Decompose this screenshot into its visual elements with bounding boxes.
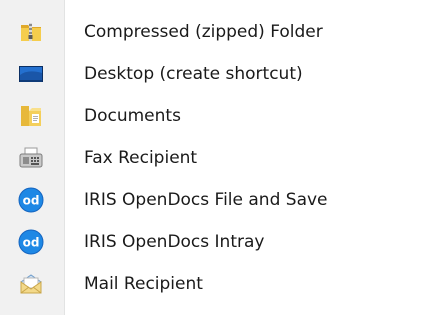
desktop-icon: [18, 61, 44, 87]
menu-item-opendocs-file-and-save[interactable]: od IRIS OpenDocs File and Save: [2, 179, 441, 221]
menu-item-documents[interactable]: Documents: [2, 95, 441, 137]
menu-item-label: Desktop (create shortcut): [84, 64, 303, 84]
send-to-menu: Compressed (zipped) Folder Desktop (crea…: [0, 0, 443, 315]
menu-item-label: Fax Recipient: [84, 148, 198, 168]
menu-item-label: Compressed (zipped) Folder: [84, 22, 323, 42]
opendocs-icon: od: [18, 229, 44, 255]
menu-item-label: Mail Recipient: [84, 274, 203, 294]
opendocs-icon: od: [18, 187, 44, 213]
svg-text:od: od: [23, 194, 40, 208]
fax-icon: [18, 145, 44, 171]
menu-item-label: IRIS OpenDocs Intray: [84, 232, 265, 252]
menu-item-desktop-shortcut[interactable]: Desktop (create shortcut): [2, 53, 441, 95]
menu-item-label: IRIS OpenDocs File and Save: [84, 190, 328, 210]
menu-item-mail-recipient[interactable]: Mail Recipient: [2, 263, 441, 305]
mail-icon: [18, 271, 44, 297]
menu-item-label: Documents: [84, 106, 181, 126]
svg-text:od: od: [23, 236, 40, 250]
menu-item-fax-recipient[interactable]: Fax Recipient: [2, 137, 441, 179]
zipped-folder-icon: [18, 19, 44, 45]
menu-item-opendocs-intray[interactable]: od IRIS OpenDocs Intray: [2, 221, 441, 263]
documents-library-icon: [18, 103, 44, 129]
menu-item-compressed-folder[interactable]: Compressed (zipped) Folder: [2, 11, 441, 53]
